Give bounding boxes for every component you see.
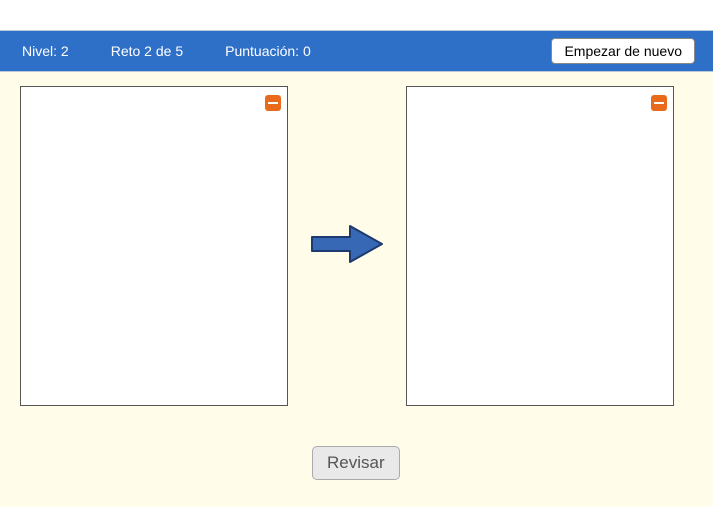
- check-button[interactable]: Revisar: [312, 446, 400, 480]
- remove-molecule-button[interactable]: [265, 95, 281, 111]
- score-status: Puntuación: 0: [225, 43, 311, 59]
- restart-button[interactable]: Empezar de nuevo: [551, 38, 695, 64]
- workspace: Revisar 0 C2H6 + 0 Cl2 0: [0, 72, 713, 507]
- challenge-status: Reto 2 de 5: [111, 43, 183, 59]
- level-status: Nivel: 2: [22, 43, 69, 59]
- remove-molecule-button[interactable]: [651, 95, 667, 111]
- products-box[interactable]: [406, 86, 674, 406]
- reaction-arrow-icon: [310, 224, 384, 269]
- status-bar: Nivel: 2 Reto 2 de 5 Puntuación: 0 Empez…: [0, 30, 713, 72]
- reactants-box[interactable]: [20, 86, 288, 406]
